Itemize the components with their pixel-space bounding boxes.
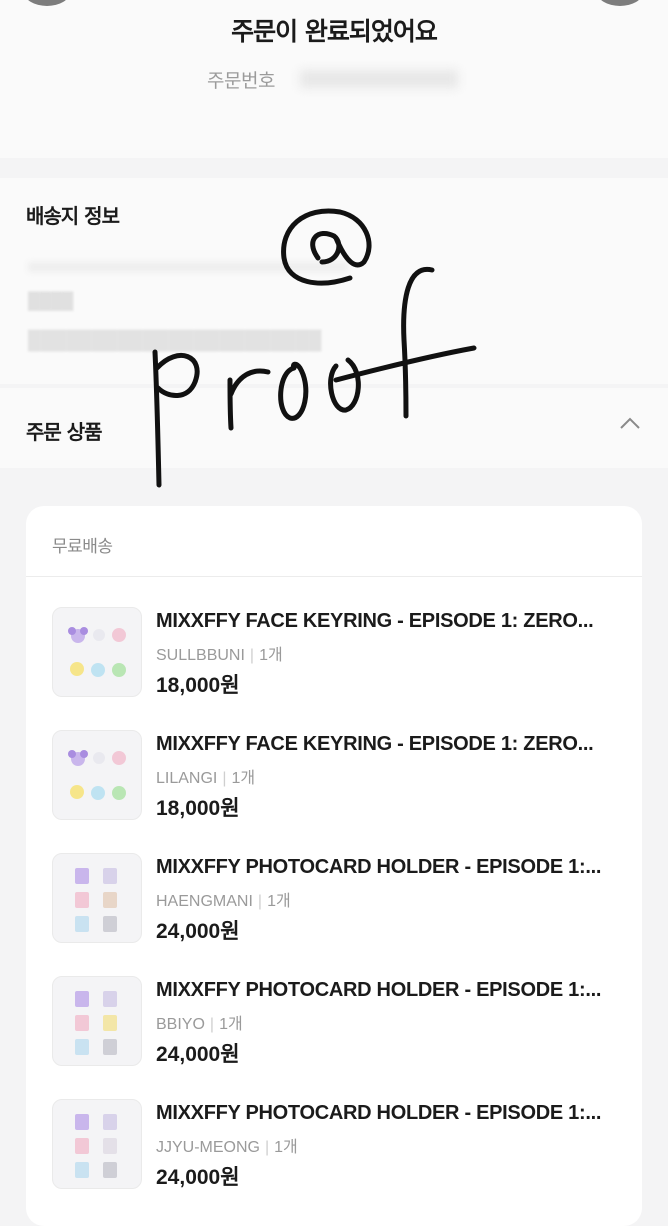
product-price: 24,000원 — [156, 1166, 240, 1189]
order-item[interactable]: MIXXFFY FACE KEYRING - EPISODE 1: ZERO..… — [52, 730, 652, 826]
photocard-holder-thumbnail-icon — [52, 1099, 142, 1189]
quantity: 1개 — [267, 893, 291, 910]
quantity: 1개 — [219, 1016, 243, 1033]
order-complete-header: 주문이 완료되었어요 주문번호 — [0, 0, 668, 158]
product-price: 24,000원 — [156, 1043, 240, 1066]
product-price: 24,000원 — [156, 920, 240, 943]
product-name: MIXXFFY FACE KEYRING - EPISODE 1: ZERO..… — [156, 733, 594, 755]
product-price: 18,000원 — [156, 674, 240, 697]
order-items-title: 주문 상품 — [26, 420, 103, 444]
shipping-name-redacted: ████ — [28, 293, 74, 310]
close-button[interactable] — [597, 0, 643, 6]
order-items-header[interactable]: 주문 상품 — [0, 388, 668, 468]
shipping-info-title: 배송지 정보 — [26, 204, 120, 228]
product-name: MIXXFFY FACE KEYRING - EPISODE 1: ZERO..… — [156, 610, 594, 632]
option-value: HAENGMANI — [156, 893, 253, 910]
shipping-type-label: 무료배송 — [52, 537, 113, 557]
photocard-holder-thumbnail-icon — [52, 976, 142, 1066]
option-value: BBIYO — [156, 1016, 205, 1033]
option-value: SULLBBUNI — [156, 647, 245, 664]
product-price: 18,000원 — [156, 797, 240, 820]
chevron-up-icon[interactable] — [619, 416, 641, 430]
product-name: MIXXFFY PHOTOCARD HOLDER - EPISODE 1:... — [156, 856, 602, 878]
order-item[interactable]: MIXXFFY PHOTOCARD HOLDER - EPISODE 1:...… — [52, 853, 652, 949]
quantity: 1개 — [259, 647, 283, 664]
order-number-redacted — [300, 70, 458, 88]
photocard-holder-thumbnail-icon — [52, 853, 142, 943]
divider — [26, 576, 642, 577]
product-option: BBIYO | 1개 — [156, 1016, 243, 1033]
quantity: 1개 — [231, 770, 256, 787]
product-option: JJYU-MEONG | 1개 — [156, 1139, 298, 1156]
keyring-thumbnail-icon — [52, 730, 142, 820]
quantity: 1개 — [274, 1139, 298, 1156]
shipping-recipient-redacted — [28, 262, 348, 272]
order-item[interactable]: MIXXFFY PHOTOCARD HOLDER - EPISODE 1:...… — [52, 976, 652, 1072]
keyring-thumbnail-icon — [52, 607, 142, 697]
order-item[interactable]: MIXXFFY FACE KEYRING - EPISODE 1: ZERO..… — [52, 607, 652, 703]
product-option: HAENGMANI | 1개 — [156, 893, 291, 910]
order-number-label: 주문번호 — [207, 70, 275, 92]
option-value: LILANGI — [156, 770, 218, 787]
shipping-address-redacted: ███████████████████████ — [28, 330, 322, 350]
product-option: SULLBBUNI | 1개 — [156, 647, 283, 664]
product-name: MIXXFFY PHOTOCARD HOLDER - EPISODE 1:... — [156, 1102, 602, 1124]
page-title: 주문이 완료되었어요 — [231, 17, 438, 46]
product-name: MIXXFFY PHOTOCARD HOLDER - EPISODE 1:... — [156, 979, 602, 1001]
product-option: LILANGI | 1개 — [156, 770, 256, 787]
order-item[interactable]: MIXXFFY PHOTOCARD HOLDER - EPISODE 1:...… — [52, 1099, 652, 1195]
back-button[interactable] — [24, 0, 70, 6]
shipping-info-section: 배송지 정보 — [0, 178, 668, 384]
option-value: JJYU-MEONG — [156, 1139, 260, 1156]
